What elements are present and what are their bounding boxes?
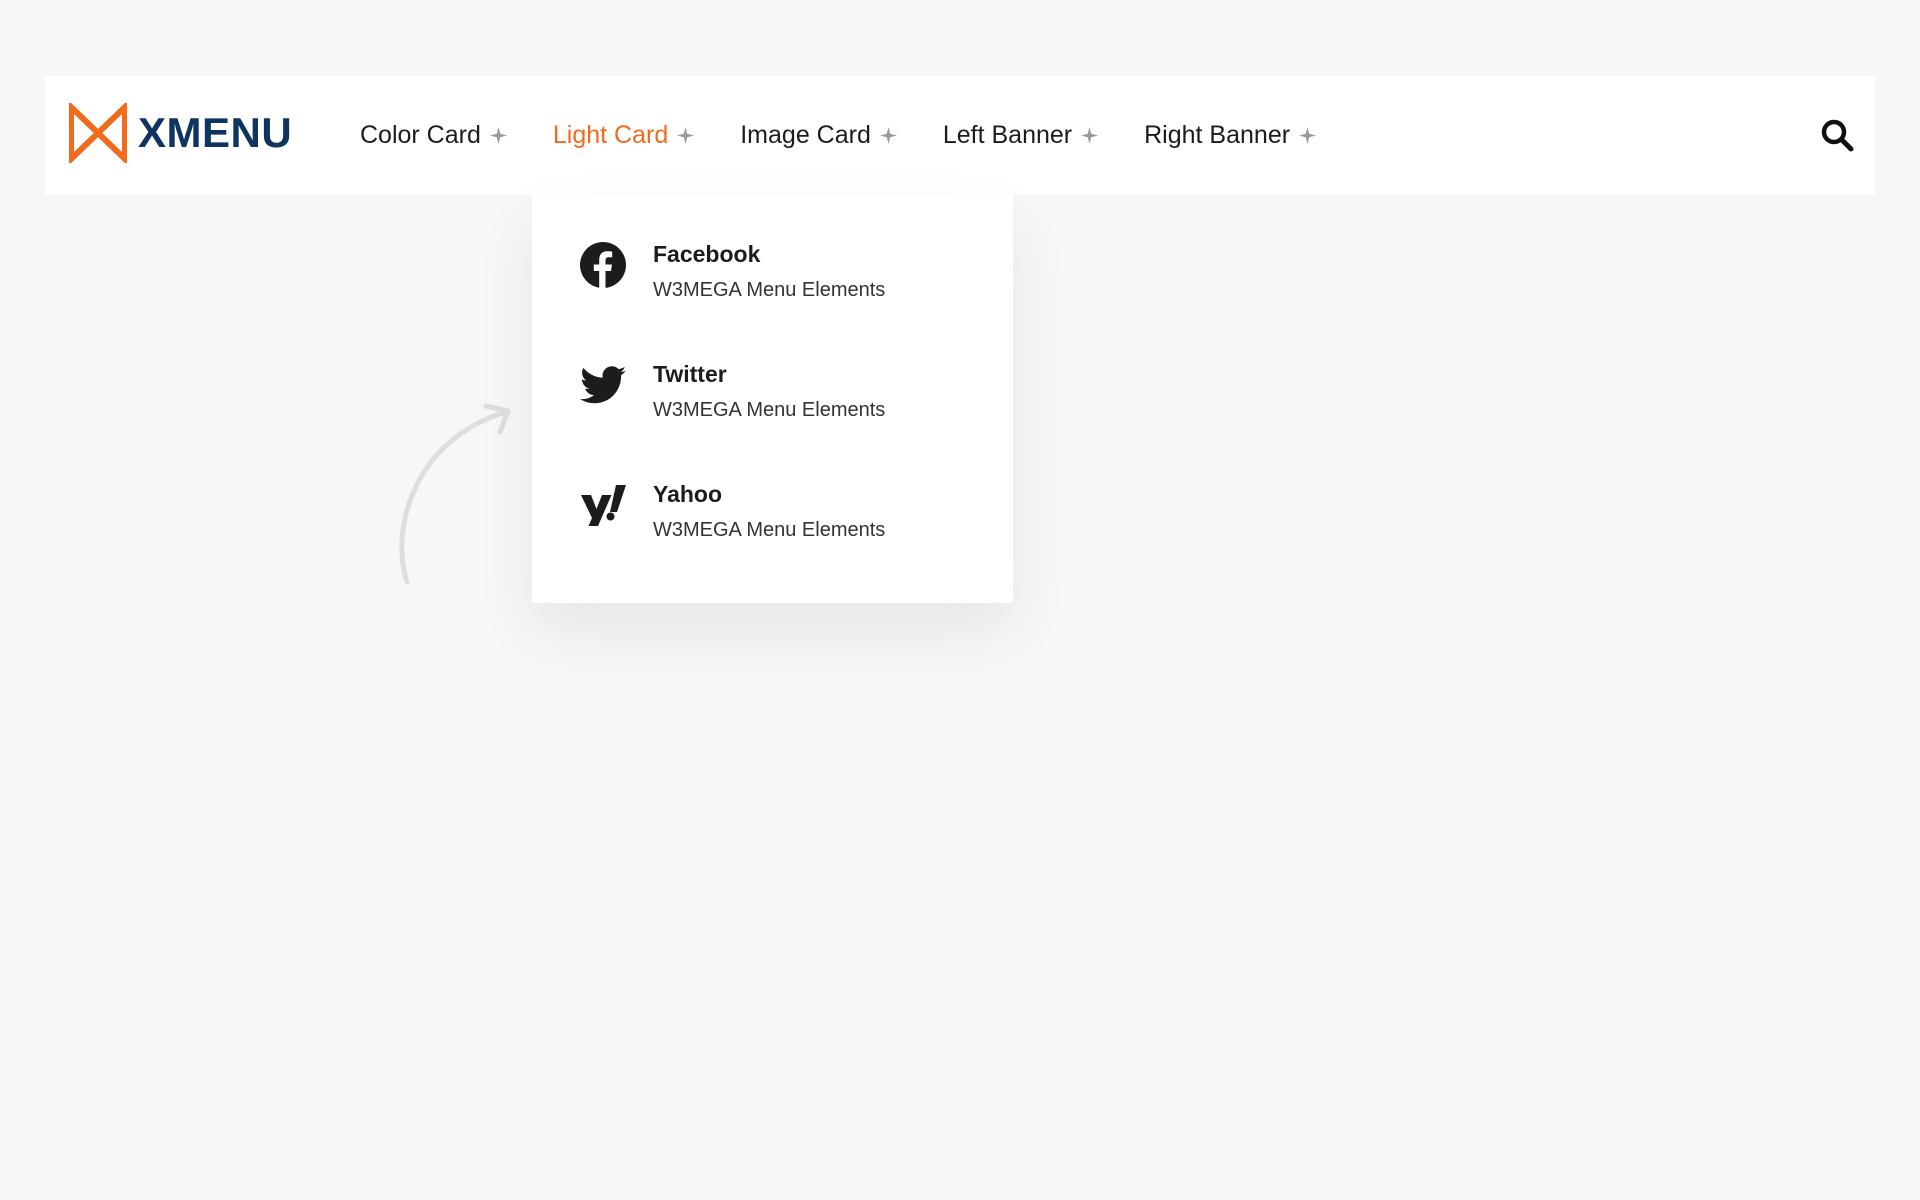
twitter-icon [579,361,627,409]
facebook-icon [579,241,627,289]
nav-item-right-banner[interactable]: Right Banner [1144,121,1317,150]
dropdown-item-title: Yahoo [653,481,723,507]
sparkle-icon [1081,127,1099,144]
light-card-dropdown: Facebook W3MEGA Menu Elements Twitter W3… [532,195,1013,603]
nav-item-label: Right Banner [1144,121,1291,149]
dropdown-item-yahoo[interactable]: Yahoo W3MEGA Menu Elements [532,481,1013,601]
search-icon [1821,119,1854,152]
decorative-curved-arrow [388,400,518,590]
sparkle-icon [1299,127,1317,144]
dropdown-item-facebook[interactable]: Facebook W3MEGA Menu Elements [532,241,1013,361]
dropdown-item-subtitle: W3MEGA Menu Elements [653,399,886,421]
nav-item-color-card[interactable]: Color Card [360,121,507,150]
nav-item-light-card[interactable]: Light Card [552,121,695,150]
dropdown-item-title: Twitter [653,361,727,387]
top-navbar: XMENU Color Card Light Card Image Card L… [45,76,1875,195]
nav-item-left-banner[interactable]: Left Banner [942,121,1099,150]
dropdown-item-title: Facebook [653,241,761,267]
bowtie-logo-icon [69,103,127,163]
nav-item-label: Left Banner [942,121,1073,149]
dropdown-item-twitter[interactable]: Twitter W3MEGA Menu Elements [532,361,1013,481]
main-nav: Color Card Light Card Image Card Left Ba… [360,76,1362,195]
brand-name: XMENU [138,109,293,156]
nav-item-label: Light Card [552,121,669,149]
nav-item-label: Color Card [360,121,481,149]
dropdown-item-subtitle: W3MEGA Menu Elements [653,279,886,301]
yahoo-icon [579,481,627,529]
nav-item-label: Image Card [740,121,871,149]
dropdown-item-subtitle: W3MEGA Menu Elements [653,519,886,541]
brand-logo[interactable]: XMENU [69,103,292,163]
sparkle-icon [489,127,507,144]
nav-item-image-card[interactable]: Image Card [740,121,897,150]
sparkle-icon [677,127,695,144]
search-button[interactable] [1820,118,1854,152]
sparkle-icon [879,127,897,144]
